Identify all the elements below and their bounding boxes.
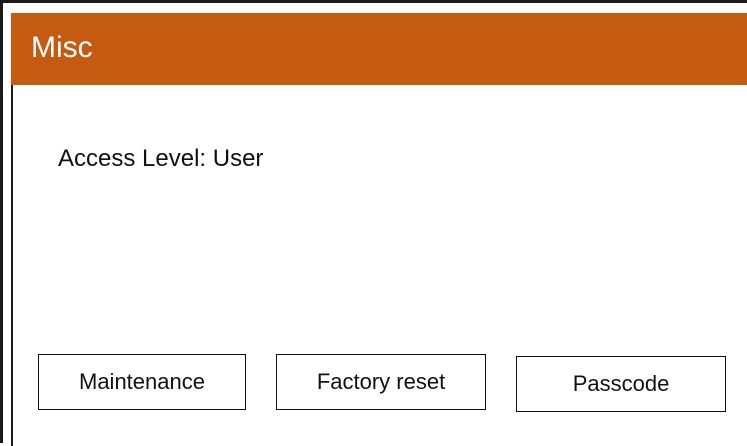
title-bar: Misc: [11, 13, 747, 85]
access-level-label: Access Level: User: [58, 145, 264, 172]
panel-title: Misc: [31, 31, 93, 64]
passcode-button[interactable]: Passcode: [516, 356, 726, 412]
factory-reset-button[interactable]: Factory reset: [276, 354, 486, 410]
maintenance-button[interactable]: Maintenance: [38, 354, 246, 410]
